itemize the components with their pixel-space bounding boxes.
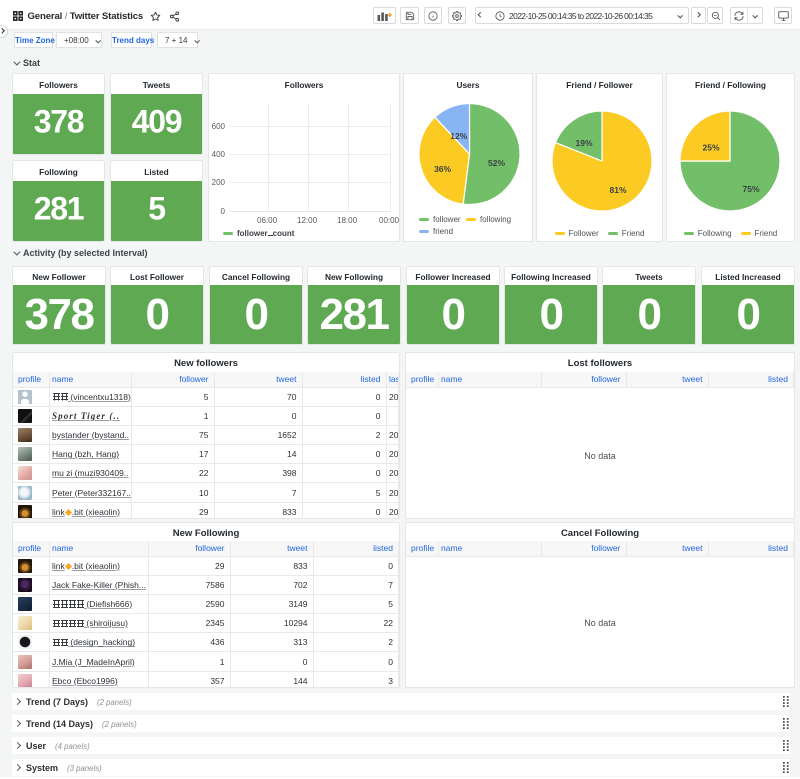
svg-text:52%: 52% bbox=[488, 158, 505, 168]
svg-text:81%: 81% bbox=[609, 185, 626, 195]
svg-text:75%: 75% bbox=[742, 184, 759, 194]
svg-text:12%: 12% bbox=[450, 131, 467, 141]
svg-text:25%: 25% bbox=[702, 143, 719, 153]
svg-text:36%: 36% bbox=[434, 164, 451, 174]
svg-text:19%: 19% bbox=[575, 138, 592, 148]
